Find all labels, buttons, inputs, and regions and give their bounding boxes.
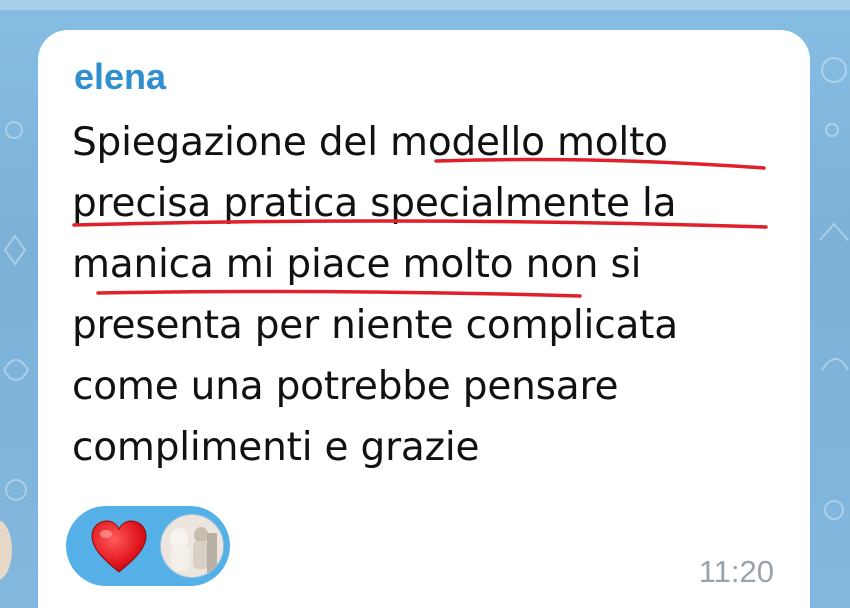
reactions-pill[interactable]: [66, 506, 230, 586]
background-pattern: [3, 121, 30, 501]
message-line: manica mi piace molto non si: [72, 242, 642, 287]
message-text: Spiegazione del modello molto precisa pr…: [72, 112, 792, 478]
message-line: precisa pratica specialmente la: [72, 181, 677, 226]
reactor-photo-icon: [161, 515, 223, 577]
background-pattern-right: [819, 57, 849, 520]
heart-icon[interactable]: [90, 520, 148, 574]
reactor-avatar[interactable]: [160, 514, 224, 578]
message-line: complimenti e grazie: [72, 425, 480, 470]
message-line: Spiegazione del modello molto: [72, 120, 668, 165]
message-timestamp: 11:20: [698, 554, 774, 589]
sender-name[interactable]: elena: [74, 56, 166, 98]
message-line: come una potrebbe pensare: [72, 364, 619, 409]
message-bubble[interactable]: elena Spiegazione del modello molto prec…: [38, 30, 810, 608]
previous-message-edge: [0, 0, 850, 10]
message-line: presenta per niente complicata: [72, 303, 678, 348]
